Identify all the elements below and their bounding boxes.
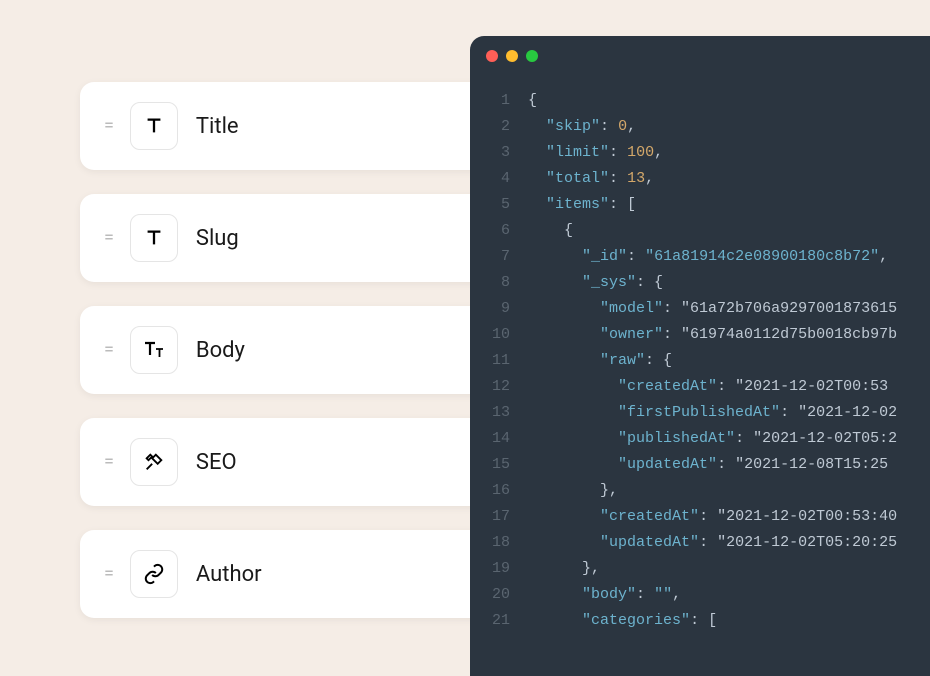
link-icon (130, 550, 178, 598)
richtext-icon (130, 326, 178, 374)
minimize-icon[interactable] (506, 50, 518, 62)
close-icon[interactable] (486, 50, 498, 62)
drag-handle-icon[interactable]: = (104, 341, 112, 359)
code-content: { "skip": 0, "limit": 100, "total": 13, … (528, 88, 897, 634)
drag-handle-icon[interactable]: = (104, 117, 112, 135)
drag-handle-icon[interactable]: = (104, 565, 112, 583)
field-label: Body (196, 338, 245, 363)
title-icon (130, 214, 178, 262)
title-icon (130, 102, 178, 150)
field-label: Author (196, 562, 262, 587)
drag-handle-icon[interactable]: = (104, 229, 112, 247)
line-numbers: 123456789101112131415161718192021 (470, 88, 528, 634)
field-label: SEO (196, 450, 237, 475)
maximize-icon[interactable] (526, 50, 538, 62)
field-label: Slug (196, 226, 239, 251)
code-panel: 123456789101112131415161718192021 { "ski… (470, 36, 930, 676)
window-controls (470, 36, 930, 76)
tools-icon (130, 438, 178, 486)
field-label: Title (196, 114, 239, 139)
code-area: 123456789101112131415161718192021 { "ski… (470, 76, 930, 646)
drag-handle-icon[interactable]: = (104, 453, 112, 471)
